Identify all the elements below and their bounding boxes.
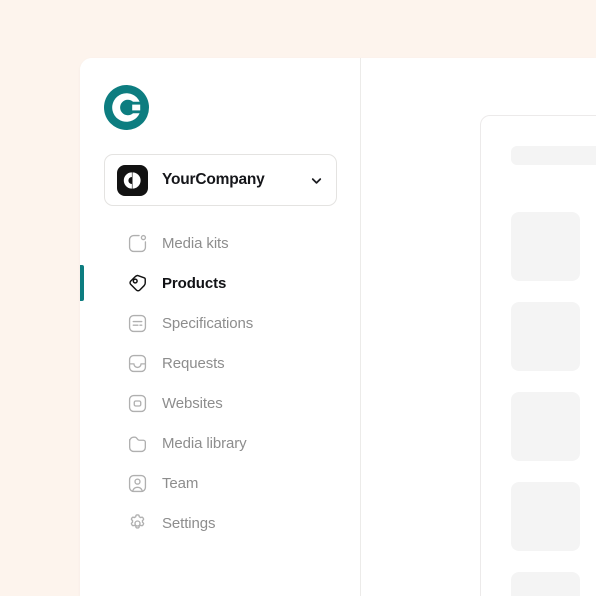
chevron-down-icon (309, 173, 324, 188)
sidebar-item-label: Media library (162, 434, 247, 452)
sidebar-item-specifications[interactable]: Specifications (80, 303, 361, 343)
sidebar-item-websites[interactable]: Websites (80, 383, 361, 423)
skeleton-header (511, 146, 596, 165)
skeleton-thumbnail (511, 572, 580, 596)
skeleton-row (511, 482, 596, 552)
org-switcher-button[interactable]: YourCompany (104, 154, 337, 206)
sidebar-item-team[interactable]: Team (80, 463, 361, 503)
sidebar-item-settings[interactable]: Settings (80, 503, 361, 543)
sidebar-item-label: Requests (162, 354, 225, 372)
sidebar: YourCompany Media kits Products Specific… (80, 58, 361, 596)
folder-icon (127, 433, 148, 454)
org-avatar (117, 164, 148, 196)
skeleton-thumbnail (511, 392, 580, 461)
inbox-icon (127, 353, 148, 374)
skeleton-thumbnail (511, 212, 580, 281)
skeleton-thumbnail (511, 482, 580, 551)
browser-window-icon (127, 393, 148, 414)
skeleton-row (511, 302, 596, 372)
specifications-icon (127, 313, 148, 334)
sidebar-item-media-library[interactable]: Media library (80, 423, 361, 463)
sidebar-nav: Media kits Products Specifications Reque… (80, 223, 361, 543)
sidebar-item-media-kits[interactable]: Media kits (80, 223, 361, 263)
user-circle-icon (127, 473, 148, 494)
app-window: YourCompany Media kits Products Specific… (80, 58, 596, 596)
active-indicator (80, 265, 84, 301)
sidebar-item-label: Team (162, 474, 199, 492)
main-content (361, 58, 596, 596)
skeleton-row (511, 392, 596, 462)
skeleton-row (511, 572, 596, 596)
sidebar-item-label: Media kits (162, 234, 229, 252)
sidebar-item-requests[interactable]: Requests (80, 343, 361, 383)
media-kit-icon (127, 233, 148, 254)
org-name: YourCompany (162, 171, 265, 188)
skeleton-thumbnail (511, 302, 580, 371)
sidebar-item-label: Products (162, 274, 227, 292)
sidebar-item-label: Websites (162, 394, 223, 412)
sidebar-item-products[interactable]: Products (80, 263, 361, 303)
sidebar-item-label: Specifications (162, 314, 254, 332)
skeleton-row (511, 212, 596, 282)
brand-logo[interactable] (104, 85, 149, 130)
tag-icon (127, 273, 148, 294)
content-card (480, 115, 596, 596)
gear-icon (127, 513, 148, 534)
sidebar-item-label: Settings (162, 514, 216, 532)
app-root: YourCompany Media kits Products Specific… (0, 0, 596, 596)
